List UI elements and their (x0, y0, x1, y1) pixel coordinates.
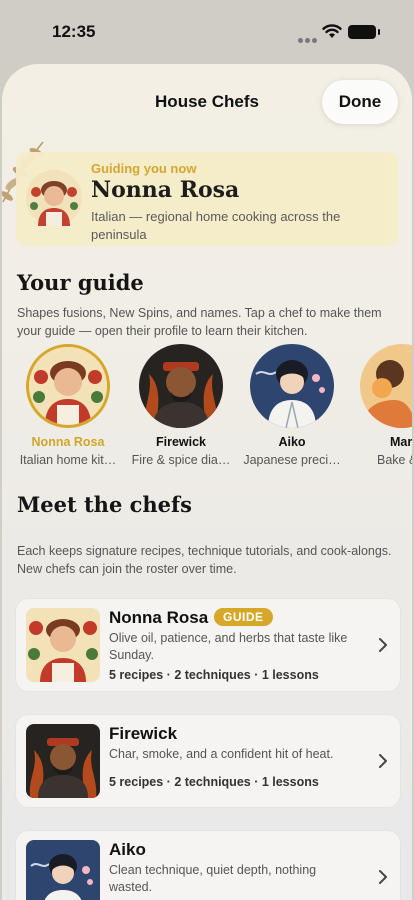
your-guide-heading: Your guide (17, 270, 144, 295)
guide-badge: GUIDE (214, 608, 273, 626)
status-bar: 12:35 (0, 0, 414, 62)
card-chef-name: Nonna Rosa (109, 608, 209, 627)
house-chefs-sheet: House Chefs Done Guiding you now Nonna R… (2, 64, 412, 900)
mar-portrait (360, 344, 412, 428)
chip-subtitle: Fire & spice dia… (131, 453, 231, 467)
nonna-rosa-portrait (26, 344, 110, 428)
firewick-portrait (139, 344, 223, 428)
chef-carousel[interactable]: Nonna Rosa Italian home kit… Firewick Fi… (2, 344, 412, 469)
chip-subtitle: Japanese preci… (243, 453, 341, 467)
meet-chefs-heading: Meet the chefs (17, 492, 192, 517)
card-stats: 5 recipes · 2 techniques · 1 lessons (109, 775, 319, 789)
done-button[interactable]: Done (322, 80, 398, 124)
guide-name: Nonna Rosa (91, 177, 240, 203)
card-tagline: Olive oil, patience, and herbs that tast… (109, 631, 348, 662)
card-tagline: Char, smoke, and a confident hit of heat… (109, 747, 334, 761)
chevron-right-icon (379, 870, 387, 884)
chef-card-nonna-rosa[interactable]: Nonna Rosa GUIDE Olive oil, patience, an… (16, 599, 400, 691)
meet-chefs-description: Each keeps signature recipes, technique … (17, 544, 392, 576)
card-stats: 5 recipes · 2 techniques · 1 lessons (109, 668, 319, 682)
chevron-right-icon (379, 754, 387, 768)
battery-icon (348, 25, 380, 39)
chip-name: Nonna Rosa (31, 435, 105, 449)
your-guide-description: Shapes fusions, New Spins, and names. Ta… (17, 306, 382, 338)
chef-card-firewick[interactable]: Firewick Char, smoke, and a confident hi… (16, 715, 400, 807)
wifi-icon (322, 24, 342, 38)
chevron-right-icon (379, 638, 387, 652)
chef-chip-mar[interactable]: Mar Bake & (352, 344, 412, 467)
current-guide-banner[interactable]: Guiding you now Nonna Rosa Italian — reg… (16, 152, 398, 246)
chip-name: Firewick (155, 435, 207, 449)
card-chef-name: Aiko (109, 840, 146, 859)
chef-chip-aiko[interactable]: Aiko Japanese preci… (242, 344, 342, 467)
chip-name: Mar (390, 435, 412, 449)
aiko-portrait (250, 344, 334, 428)
chip-name: Aiko (278, 435, 306, 449)
chef-chip-firewick[interactable]: Firewick Fire & spice dia… (131, 344, 231, 467)
nonna-rosa-thumbnail (26, 608, 100, 682)
card-chef-name: Firewick (109, 724, 178, 743)
chef-card-aiko[interactable]: Aiko Clean technique, quiet depth, nothi… (16, 831, 400, 900)
card-tagline: Clean technique, quiet depth, nothing wa… (109, 863, 317, 894)
nonna-rosa-avatar (26, 170, 82, 231)
guide-eyebrow: Guiding you now (91, 161, 197, 176)
chef-chip-nonna-rosa[interactable]: Nonna Rosa Italian home kit… (18, 344, 118, 467)
chip-subtitle: Bake & (377, 453, 412, 467)
chip-subtitle: Italian home kit… (19, 453, 117, 467)
firewick-thumbnail (26, 724, 100, 798)
signal-dots-icon (298, 30, 319, 48)
guide-description: Italian — regional home cooking across t… (91, 209, 341, 242)
aiko-thumbnail (26, 840, 100, 900)
status-time: 12:35 (52, 22, 96, 41)
